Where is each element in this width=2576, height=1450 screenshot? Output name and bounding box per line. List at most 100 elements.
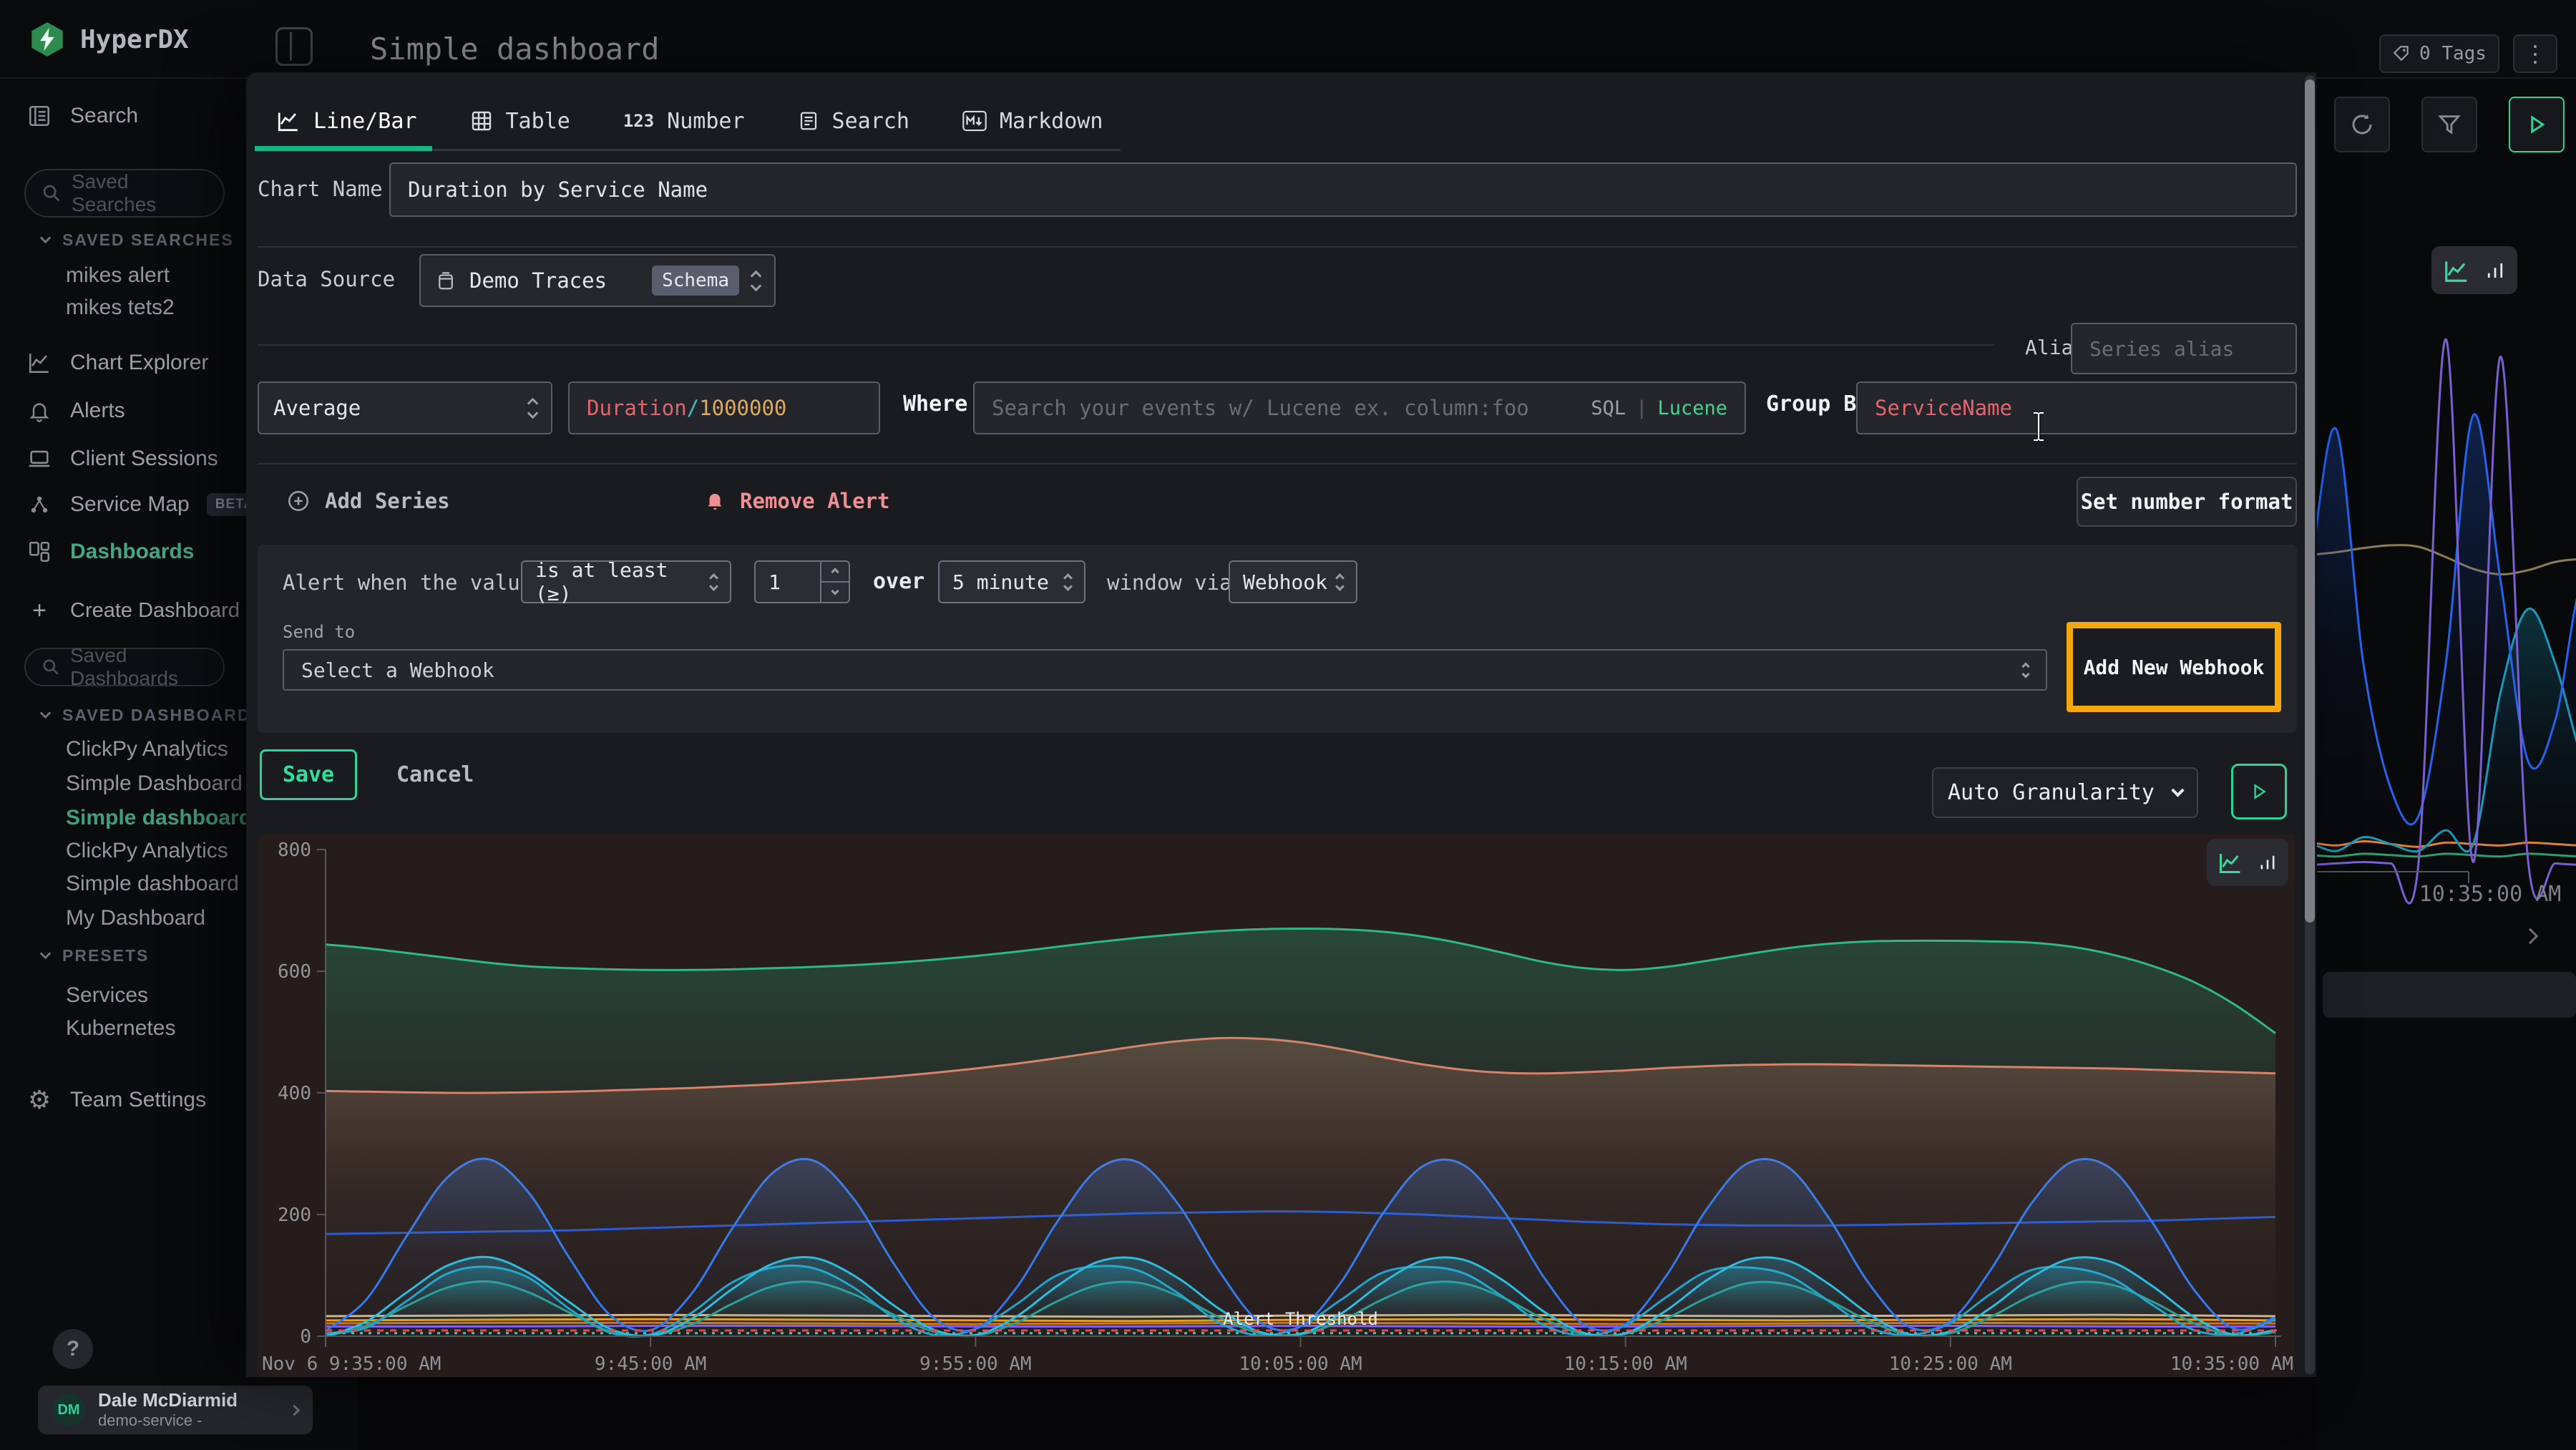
run-preview-button[interactable] [2231,764,2287,819]
chart-name-input[interactable]: Duration by Service Name [389,162,2297,217]
y-tick-label: 200 [278,1205,311,1226]
active-tab-underline [255,146,432,151]
tags-label: 0 Tags [2419,43,2487,64]
refresh-button[interactable] [2334,97,2390,152]
create-dashboard-button[interactable]: + Create Dashboard [26,590,240,631]
preset-item[interactable]: Kubernetes [66,1010,175,1047]
sidebar-item-search[interactable]: Search [26,95,138,137]
add-series-button[interactable]: Add Series [286,480,450,522]
modal-scrollbar-track[interactable] [2305,75,2315,1374]
tags-button[interactable]: 0 Tags [2379,34,2499,73]
chart-name-label: Chart Name [258,177,383,201]
sidebar-item-service-map[interactable]: Service Map BETA [26,484,263,525]
tab-line-bar[interactable]: Line/Bar [276,109,417,134]
alert-condition-select[interactable]: is at least (≥) [521,560,731,603]
modal-scrollbar-thumb[interactable] [2305,79,2315,923]
preset-item[interactable]: Services [66,977,148,1014]
saved-search-item[interactable]: mikes tets2 [66,289,175,326]
saved-searches-header[interactable]: SAVED SEARCHES [42,227,234,253]
help-button[interactable]: ? [53,1329,93,1369]
alert-over-label: over [873,569,924,594]
chart-editor-modal: Line/Bar Table 123 Number Search Markdow… [246,72,2316,1377]
background-x-tick-label: 10:35:00 AM [2419,882,2562,907]
sidebar-item-label: Search [70,104,138,128]
remove-alert-button[interactable]: Remove Alert [704,480,890,522]
alert-channel-select[interactable]: Webhook [1229,560,1357,603]
dashboard-list-item[interactable]: My Dashboard [66,900,205,937]
sidebar-item-alerts[interactable]: Alerts [26,390,125,432]
sidebar-item-team-settings[interactable]: ⚙ Team Settings [26,1079,206,1121]
expression-input[interactable]: Duration/1000000 [568,381,880,434]
filter-button[interactable] [2421,97,2477,152]
user-name: Dale McDiarmid [98,1390,278,1411]
webhook-select[interactable]: Select a Webhook [283,649,2047,691]
alias-input[interactable]: Series alias [2071,323,2297,374]
expression-field: Duration [587,396,687,420]
refresh-icon [2349,112,2375,137]
dashboard-list-item[interactable]: Simple Dashboard [66,765,243,802]
tab-number[interactable]: 123 Number [623,109,745,134]
where-placeholder: Search your events w/ Lucene ex. column:… [992,396,1581,420]
x-tick-label: 9:45:00 AM [595,1353,707,1375]
more-options-button[interactable]: ⋮ [2513,34,2557,73]
brand[interactable]: HyperDX [29,20,189,59]
divider [258,344,1995,346]
add-new-webhook-highlight: Add New Webhook [2067,622,2281,712]
sql-mode-link[interactable]: SQL [1591,397,1626,419]
tab-table[interactable]: Table [470,109,570,134]
data-source-select[interactable]: Demo Traces Schema [419,254,776,307]
sidebar-collapse-button[interactable] [275,27,313,66]
sidebar-item-dashboards[interactable]: Dashboards [26,531,194,573]
alert-prefix: Alert when the value [283,570,532,595]
alert-window-select[interactable]: 5 minute [938,560,1085,603]
service-map-icon [26,493,53,516]
bell-icon [26,399,53,422]
tag-icon [2392,44,2411,63]
alert-threshold-value: 1 [756,570,820,594]
dashboard-list-item[interactable]: ClickPy Analytics [66,832,228,870]
schema-badge: Schema [652,266,739,296]
aggregation-select[interactable]: Average [258,381,552,434]
page-header: HyperDX Simple dashboard 0 Tags ⋮ [0,0,2576,79]
line-chart-icon [2218,850,2243,875]
stepper-buttons[interactable] [820,562,849,602]
granularity-select[interactable]: Auto Granularity [1932,767,2198,818]
y-tick-label: 400 [278,1083,311,1104]
dashboard-list-item[interactable]: Simple dashboard [66,865,239,902]
log-search-icon [26,104,53,128]
group-by-input[interactable]: ServiceName [1856,381,2297,434]
select-chevrons-icon [1337,575,1343,590]
add-new-webhook-button[interactable]: Add New Webhook [2084,656,2265,679]
avatar: DM [52,1393,85,1426]
lucene-mode-link[interactable]: Lucene [1657,397,1727,419]
save-button[interactable]: Save [260,749,357,800]
sidebar-item-chart-explorer[interactable]: Chart Explorer [26,342,208,384]
user-card[interactable]: DM Dale McDiarmid demo-service - [38,1386,313,1434]
markdown-icon [962,110,987,132]
dashboard-list-item[interactable]: ClickPy Analytics [66,731,228,768]
run-query-button[interactable] [2509,97,2565,152]
presets-header[interactable]: PRESETS [42,943,149,968]
dashboard-list-item-active[interactable]: Simple dashboard [66,799,252,837]
saved-searches-input[interactable]: Saved Searches [24,169,225,218]
preview-chart-type-toggle[interactable] [2207,839,2288,886]
line-chart-icon [2443,257,2470,284]
divider [258,463,2297,464]
tab-markdown[interactable]: Markdown [962,109,1103,134]
saved-dashboards-input[interactable]: Saved Dashboards [24,648,225,686]
alert-threshold-stepper[interactable]: 1 [754,560,850,603]
where-search-input[interactable]: Search your events w/ Lucene ex. column:… [973,381,1746,434]
saved-searches-placeholder: Saved Searches [72,170,208,216]
sidebar-item-client-sessions[interactable]: Client Sessions [26,438,218,480]
gear-icon: ⚙ [26,1085,53,1115]
saved-dashboards-header[interactable]: SAVED DASHBOARDS [42,702,263,728]
tab-search[interactable]: Search [798,109,909,134]
data-source-label: Data Source [258,267,395,291]
list-document-icon [798,110,819,132]
background-chart [2317,301,2576,920]
y-tick-label: 800 [278,840,311,861]
set-number-format-button[interactable]: Set number format [2077,477,2297,527]
chart-type-toggle[interactable] [2431,246,2517,294]
cancel-button[interactable]: Cancel [396,749,474,800]
search-icon [42,183,62,203]
